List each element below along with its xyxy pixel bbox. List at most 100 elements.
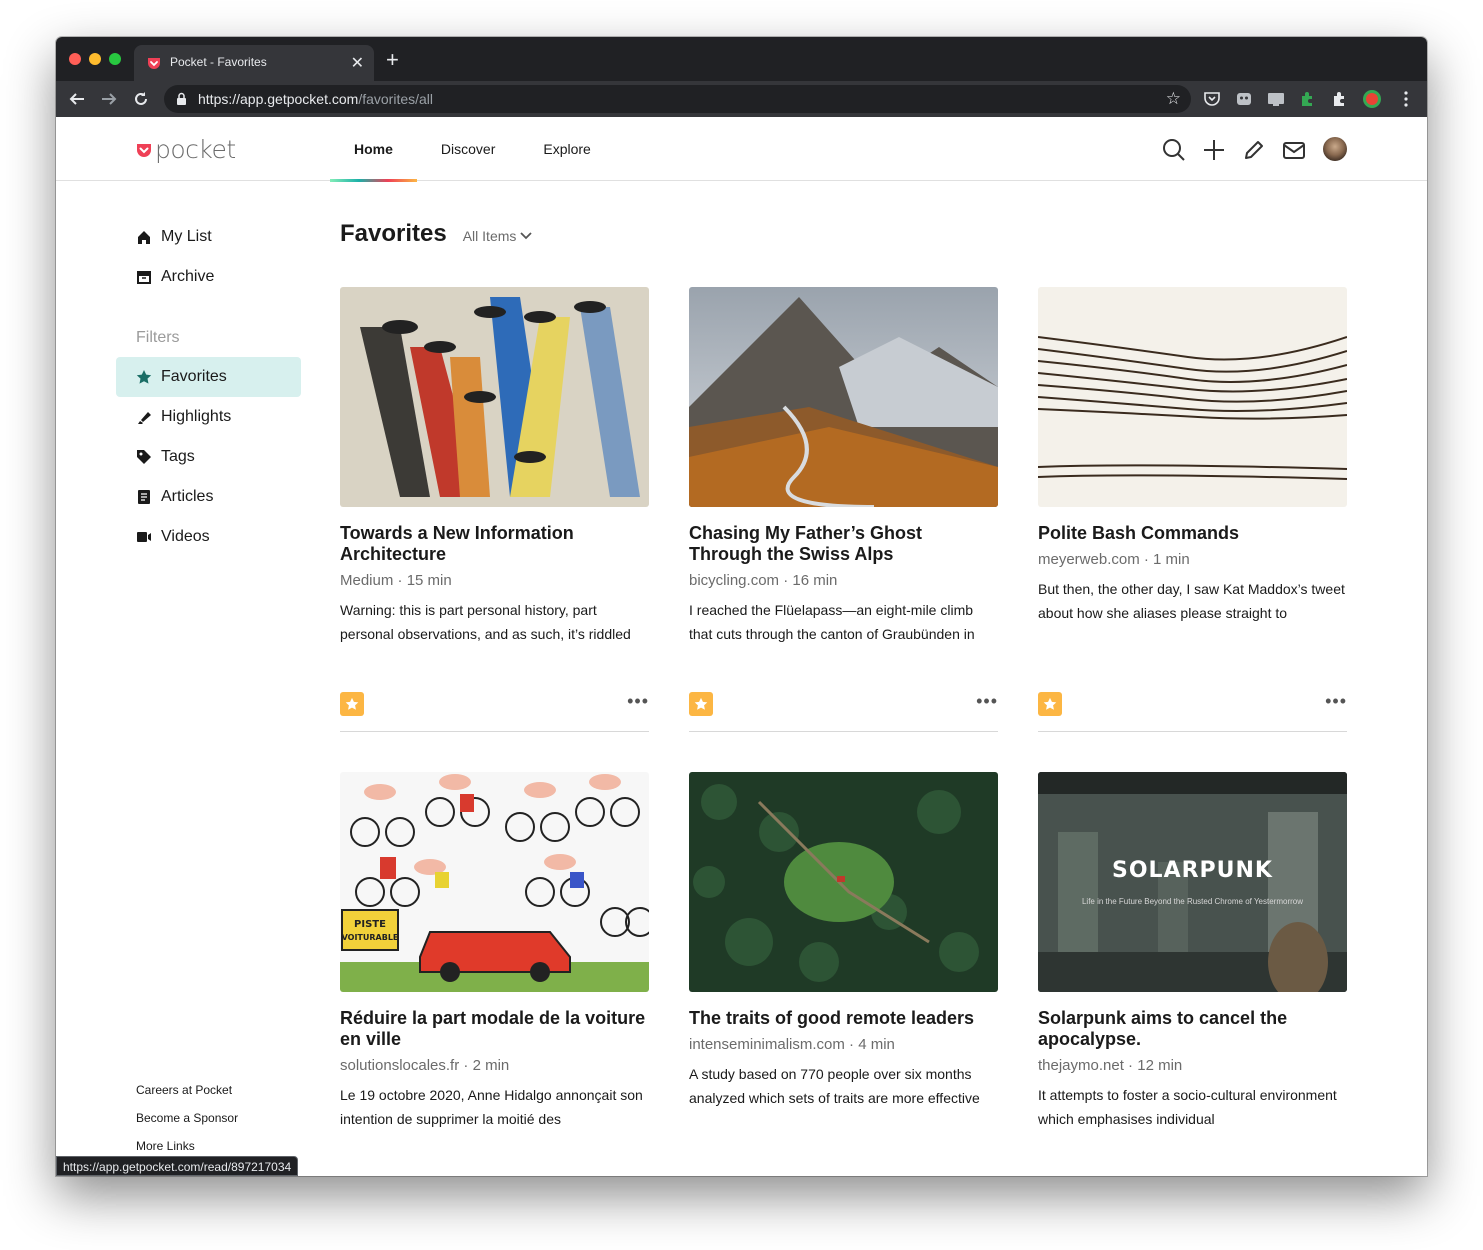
article-excerpt: I reached the Flüelapass—an eight-mile c… (689, 602, 975, 642)
extension-robot-icon[interactable] (1234, 89, 1254, 109)
new-tab-icon[interactable]: + (386, 49, 399, 71)
article-title[interactable]: Réduire la part modale de la voiture en … (340, 1008, 649, 1050)
article-meta: solutionslocales.fr · 2 min (340, 1057, 510, 1074)
article-card[interactable]: Towards a New Information Architecture M… (340, 287, 649, 732)
page-heading: Favorites All Items (340, 220, 533, 248)
article-thumbnail[interactable] (689, 287, 998, 507)
sidebar-item-label: Videos (161, 528, 210, 545)
items-filter-dropdown[interactable]: All Items (463, 228, 533, 244)
sidebar-item-favorites[interactable]: Favorites (116, 357, 301, 397)
star-icon (345, 697, 359, 710)
tab-bar: Pocket - Favorites ✕ + (56, 37, 1427, 81)
more-options-icon[interactable]: ••• (976, 692, 998, 710)
line-drawing-image (1038, 287, 1347, 507)
minimize-window-button[interactable] (89, 53, 101, 65)
filter-label: All Items (462, 228, 517, 244)
logo-text: pocket (155, 135, 236, 164)
inbox-mail-icon[interactable] (1281, 137, 1307, 163)
forest-aerial-photo (689, 772, 998, 992)
card-actions: ••• (1038, 692, 1347, 732)
article-meta: intenseminimalism.com · 4 min (689, 1036, 895, 1053)
bookmark-star-icon[interactable]: ☆ (1166, 89, 1181, 109)
sidebar-item-label: Archive (161, 268, 215, 285)
archive-icon (137, 271, 151, 284)
nav-home[interactable]: Home (330, 117, 417, 182)
careers-link[interactable]: Careers at Pocket (136, 1080, 238, 1108)
sidebar-item-my-list[interactable]: My List (116, 217, 301, 257)
article-card[interactable]: PISTE VOITURABLE Réduire la part modale … (340, 772, 649, 1131)
article-read-time: 1 min (1153, 551, 1190, 568)
app-header: pocket Home Discover Explore (56, 117, 1427, 182)
more-options-icon[interactable]: ••• (627, 692, 649, 710)
back-arrow-icon[interactable] (68, 90, 86, 108)
article-thumbnail[interactable]: PISTE VOITURABLE (340, 772, 649, 992)
sponsor-link[interactable]: Become a Sponsor (136, 1108, 238, 1136)
nav-discover[interactable]: Discover (417, 117, 519, 181)
maximize-window-button[interactable] (109, 53, 121, 65)
sidebar-item-label: My List (161, 228, 212, 245)
favorite-button[interactable] (1038, 692, 1062, 716)
favorite-button[interactable] (689, 692, 713, 716)
add-icon[interactable] (1201, 137, 1227, 163)
chevron-down-icon (520, 232, 533, 240)
sidebar-item-archive[interactable]: Archive (116, 257, 301, 297)
article-title[interactable]: The traits of good remote leaders (689, 1008, 998, 1029)
pocket-extension-icon[interactable] (1202, 89, 1222, 109)
pocket-logo[interactable]: pocket (136, 135, 236, 164)
search-icon[interactable] (1161, 137, 1187, 163)
sidebar-item-tags[interactable]: Tags (116, 437, 301, 477)
article-excerpt: Warning: this is part personal history, … (340, 602, 631, 642)
article-icon (138, 490, 150, 504)
article-title[interactable]: Towards a New Information Architecture (340, 523, 649, 565)
article-read-time: 4 min (858, 1036, 895, 1053)
browser-window: Pocket - Favorites ✕ + https://app.getpo… (56, 37, 1427, 1176)
thumb-sign-line1: PISTE (354, 919, 386, 930)
browser-menu-icon[interactable] (1396, 89, 1416, 109)
sidebar-item-articles[interactable]: Articles (116, 477, 301, 517)
forward-arrow-icon[interactable] (100, 90, 118, 108)
thumb-sign-line2: VOITURABLE (342, 933, 399, 942)
article-source[interactable]: meyerweb.com (1038, 551, 1140, 568)
sidebar-item-label: Favorites (161, 368, 227, 385)
article-thumbnail[interactable]: SOLARPUNK Life in the Future Beyond the … (1038, 772, 1347, 992)
favorite-button[interactable] (340, 692, 364, 716)
article-card[interactable]: Polite Bash Commands meyerweb.com · 1 mi… (1038, 287, 1347, 732)
article-thumbnail[interactable] (689, 772, 998, 992)
tab-close-icon[interactable]: ✕ (351, 53, 364, 73)
article-card[interactable]: Chasing My Father’s Ghost Through the Sw… (689, 287, 998, 732)
sidebar-item-videos[interactable]: Videos (116, 517, 301, 557)
article-excerpt: Le 19 octobre 2020, Anne Hidalgo annonça… (340, 1087, 643, 1127)
nav-explore[interactable]: Explore (519, 117, 614, 181)
edit-pencil-icon[interactable] (1241, 137, 1267, 163)
article-source[interactable]: intenseminimalism.com (689, 1036, 845, 1053)
user-avatar[interactable] (1323, 137, 1347, 161)
more-options-icon[interactable]: ••• (1325, 692, 1347, 710)
article-title[interactable]: Chasing My Father’s Ghost Through the Sw… (689, 523, 998, 565)
article-thumbnail[interactable] (340, 287, 649, 507)
star-icon (1043, 697, 1057, 710)
article-source[interactable]: solutionslocales.fr (340, 1057, 459, 1074)
extension-puzzle-green-icon[interactable] (1298, 89, 1318, 109)
thumb-subtitle-text: Life in the Future Beyond the Rusted Chr… (1081, 897, 1303, 906)
extension-screen-icon[interactable] (1266, 89, 1286, 109)
sidebar-item-label: Highlights (161, 408, 232, 425)
article-source[interactable]: thejaymo.net (1038, 1057, 1124, 1074)
article-source[interactable]: Medium (340, 572, 393, 589)
sidebar-item-highlights[interactable]: Highlights (116, 397, 301, 437)
thumb-title-text: SOLARPUNK (1112, 858, 1273, 883)
star-icon (136, 370, 152, 384)
address-bar[interactable]: https://app.getpocket.com/favorites/all … (164, 85, 1191, 113)
reload-icon[interactable] (132, 90, 150, 108)
article-card[interactable]: The traits of good remote leaders intens… (689, 772, 998, 1110)
browser-toolbar: https://app.getpocket.com/favorites/all … (56, 81, 1427, 117)
article-card[interactable]: SOLARPUNK Life in the Future Beyond the … (1038, 772, 1347, 1131)
extensions-puzzle-icon[interactable] (1330, 89, 1350, 109)
article-source[interactable]: bicycling.com (689, 572, 779, 589)
article-title[interactable]: Polite Bash Commands (1038, 523, 1347, 544)
browser-tab[interactable]: Pocket - Favorites ✕ (134, 45, 374, 81)
close-window-button[interactable] (69, 53, 81, 65)
sidebar-item-label: Articles (161, 488, 214, 505)
profile-icon[interactable] (1362, 89, 1382, 109)
article-thumbnail[interactable] (1038, 287, 1347, 507)
article-title[interactable]: Solarpunk aims to cancel the apocalypse. (1038, 1008, 1347, 1050)
